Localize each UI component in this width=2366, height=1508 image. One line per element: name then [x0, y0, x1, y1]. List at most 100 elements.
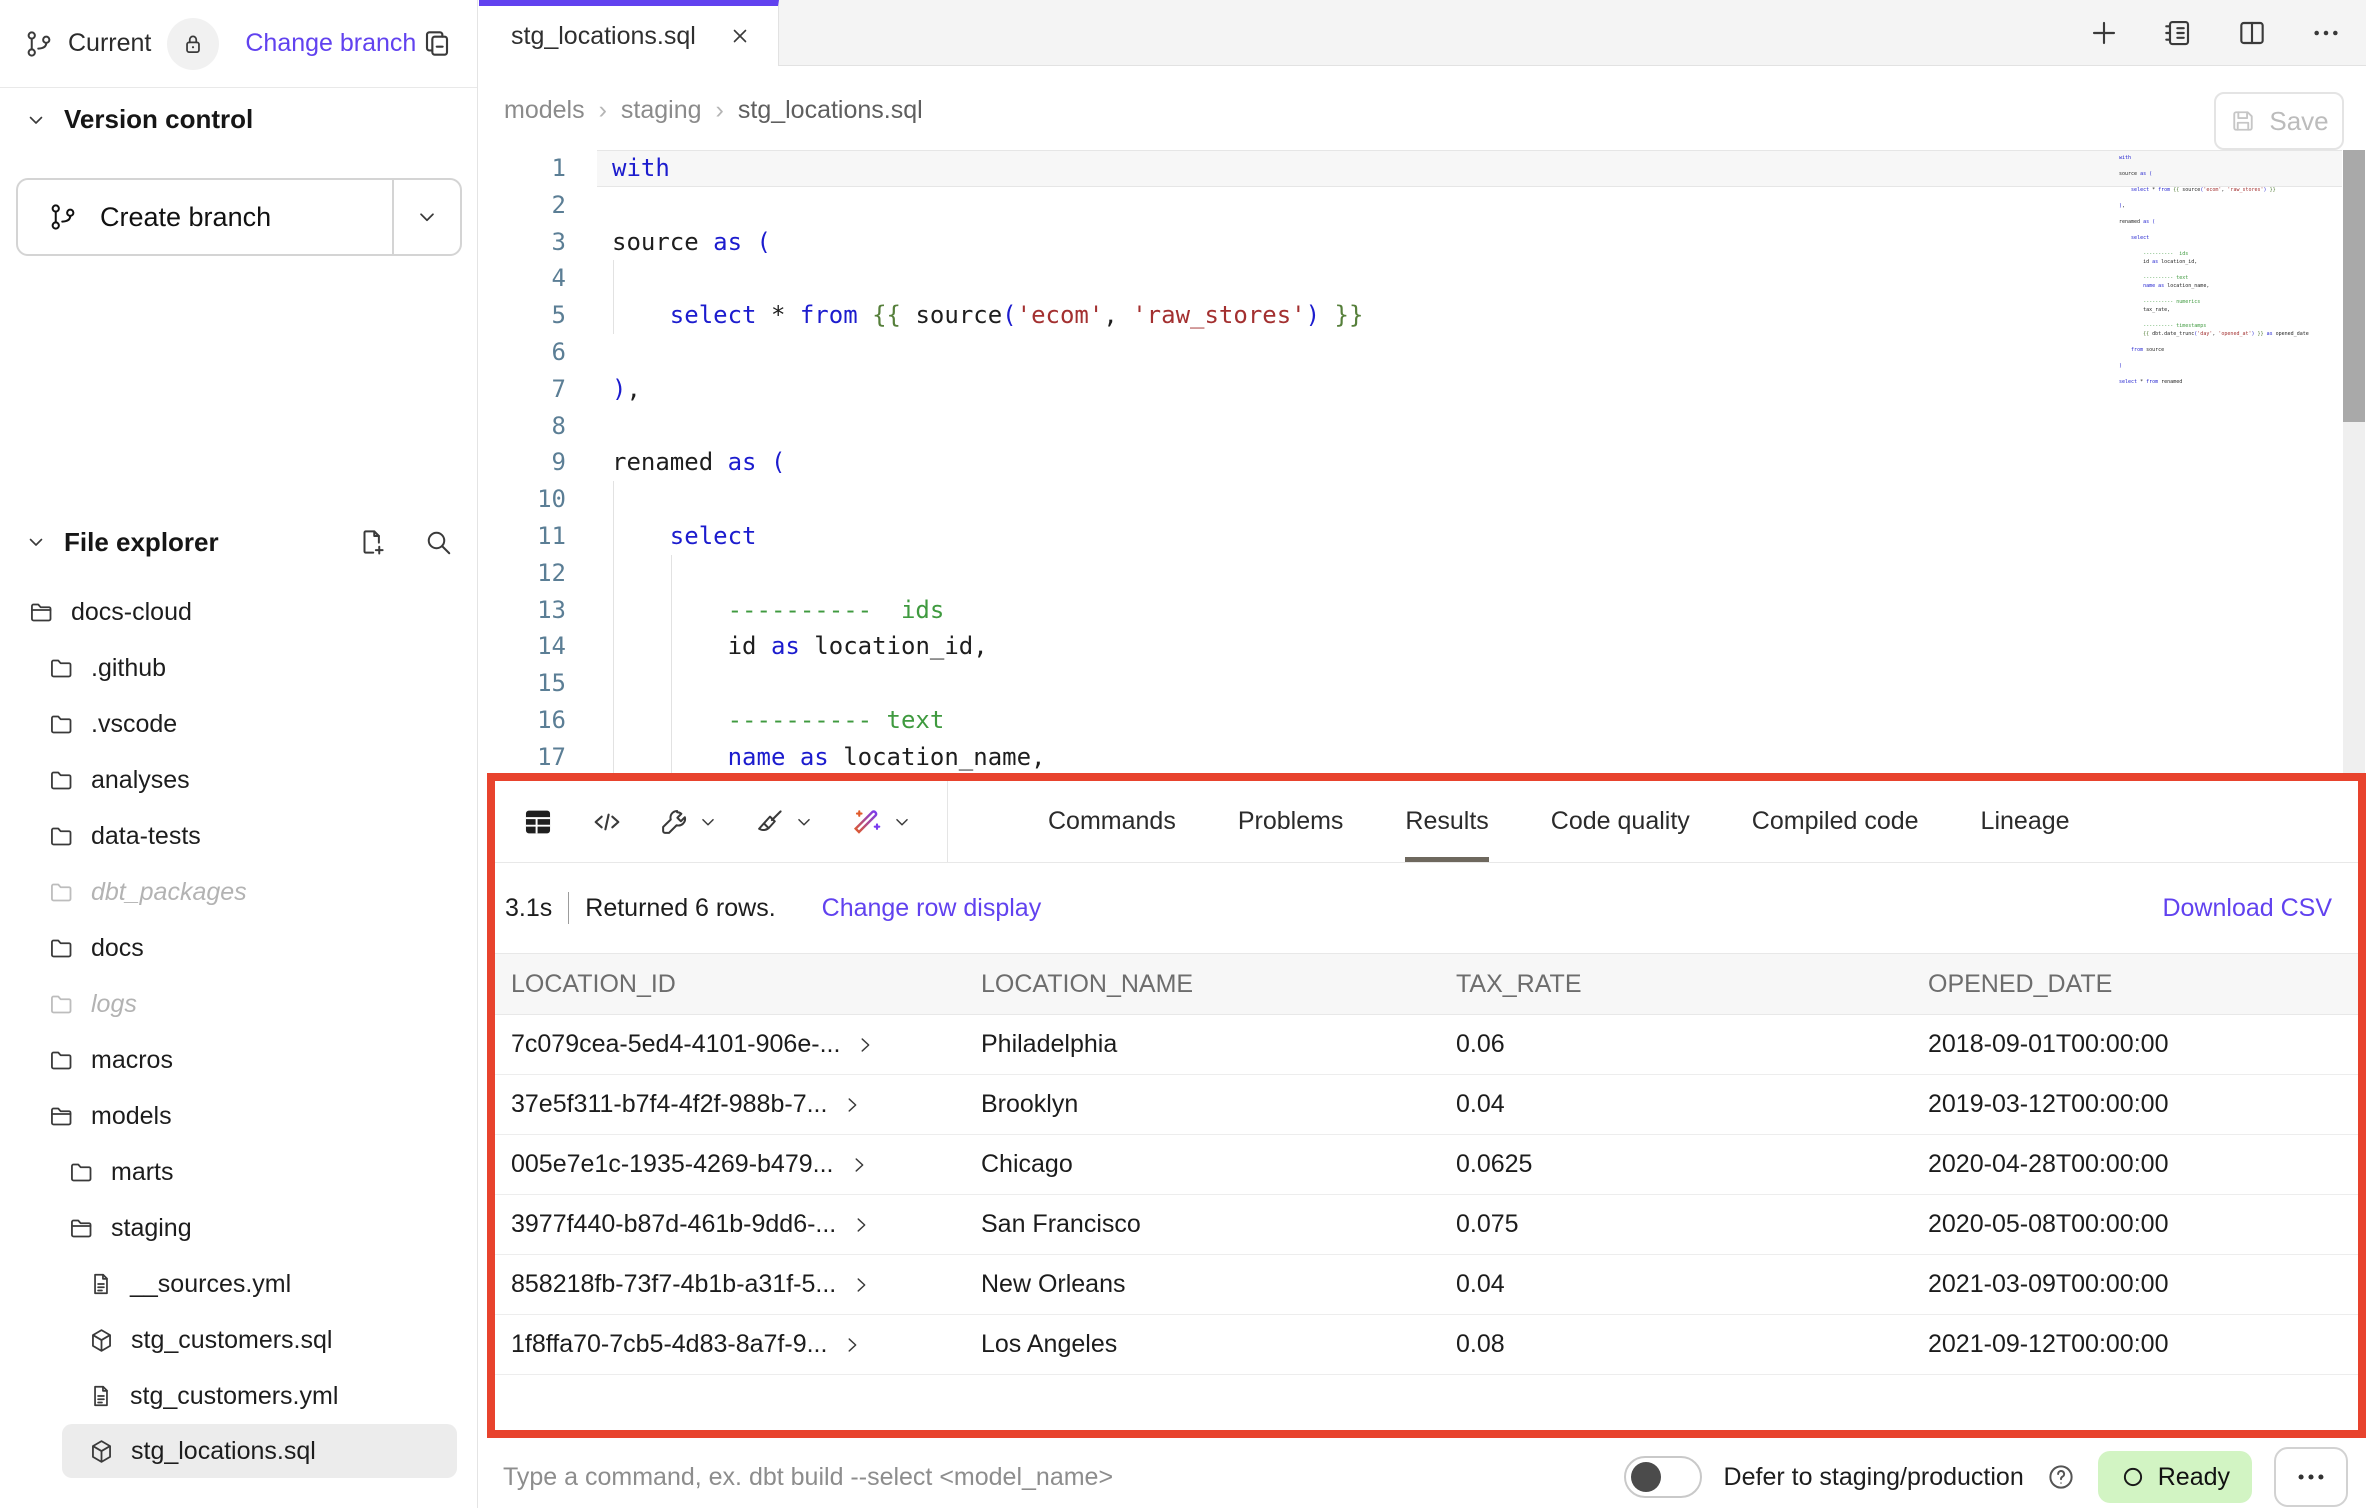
code-line: 11 select	[479, 518, 2366, 555]
expand-row-icon[interactable]	[841, 1094, 863, 1116]
tree-item-stg-customers-sql[interactable]: stg_customers.sql	[0, 1312, 477, 1368]
tree-item-logs[interactable]: logs	[0, 976, 477, 1032]
defer-label: Defer to staging/production	[1724, 1463, 2024, 1492]
table-cell: 0.06	[1440, 1030, 1912, 1059]
create-branch-main[interactable]: Create branch	[18, 180, 394, 254]
model-icon	[88, 1438, 115, 1465]
breadcrumb-models[interactable]: models	[504, 96, 585, 125]
preview-table-icon[interactable]	[521, 805, 555, 839]
code-line: 9renamed as (	[479, 444, 2366, 481]
file-explorer-header[interactable]: File explorer	[0, 516, 477, 568]
tree-item-docs-cloud[interactable]: docs-cloud	[0, 584, 477, 640]
expand-row-icon[interactable]	[854, 1034, 876, 1056]
save-button[interactable]: Save	[2214, 92, 2344, 150]
panel-tab-problems[interactable]: Problems	[1238, 781, 1344, 862]
panel-tab-lineage[interactable]: Lineage	[1981, 781, 2070, 862]
tree-item-dbt-packages[interactable]: dbt_packages	[0, 864, 477, 920]
chevron-down-icon[interactable]	[697, 811, 719, 833]
branch-lock-badge	[167, 18, 219, 70]
create-branch-label: Create branch	[100, 202, 271, 233]
ellipsis-icon[interactable]	[2310, 17, 2342, 49]
build-button[interactable]	[659, 807, 719, 837]
folder-icon	[48, 991, 75, 1018]
tree-item-staging[interactable]: staging	[0, 1200, 477, 1256]
copy-icon[interactable]	[421, 28, 453, 60]
tab-stg-locations[interactable]: stg_locations.sql	[479, 0, 779, 66]
code-icon[interactable]	[591, 806, 623, 838]
magic-wand-icon	[851, 806, 883, 838]
file-icon	[88, 1271, 114, 1297]
panel-tab-results[interactable]: Results	[1405, 781, 1488, 862]
format-button[interactable]	[755, 807, 815, 837]
tree-item-stg-customers-yml[interactable]: stg_customers.yml	[0, 1368, 477, 1424]
minimap[interactable]: with source as ( select * from {{ source…	[2119, 154, 2344, 386]
command-input[interactable]	[503, 1463, 1363, 1492]
code-line: 6	[479, 334, 2366, 371]
folder-open-icon	[68, 1215, 95, 1242]
tree-item-data-tests[interactable]: data-tests	[0, 808, 477, 864]
more-options-button[interactable]	[2274, 1447, 2348, 1507]
split-editor-icon[interactable]	[2236, 17, 2268, 49]
expand-row-icon[interactable]	[850, 1274, 872, 1296]
expand-row-icon[interactable]	[841, 1334, 863, 1356]
table-cell: 0.08	[1440, 1330, 1912, 1359]
tree-item-models[interactable]: models	[0, 1088, 477, 1144]
table-cell: 0.0625	[1440, 1150, 1912, 1179]
chevron-down-icon	[414, 204, 440, 230]
notebook-icon[interactable]	[2162, 17, 2194, 49]
tree-item--github[interactable]: .github	[0, 640, 477, 696]
panel-tab-compiled-code[interactable]: Compiled code	[1752, 781, 1919, 862]
indent-guide	[671, 555, 672, 775]
code-editor[interactable]: 1with23source as (45 select * from {{ so…	[479, 150, 2366, 775]
location-id-cell: 1f8ffa70-7cb5-4d83-8a7f-9...	[495, 1330, 965, 1359]
editor-scrollbar[interactable]	[2343, 150, 2365, 775]
tree-item-analyses[interactable]: analyses	[0, 752, 477, 808]
help-icon[interactable]	[2046, 1462, 2076, 1492]
ai-fix-button[interactable]	[851, 806, 913, 838]
defer-toggle[interactable]	[1624, 1456, 1702, 1498]
code-line: 1with	[479, 150, 2366, 187]
tree-item--vscode[interactable]: .vscode	[0, 696, 477, 752]
table-cell: Chicago	[965, 1150, 1440, 1179]
tree-item-macros[interactable]: macros	[0, 1032, 477, 1088]
table-row: 3977f440-b87d-461b-9dd6-...San Francisco…	[495, 1195, 2358, 1255]
save-icon	[2229, 107, 2257, 135]
expand-row-icon[interactable]	[848, 1154, 870, 1176]
breadcrumb: models › staging › stg_locations.sql	[504, 96, 923, 125]
create-branch-button[interactable]: Create branch	[16, 178, 462, 256]
git-branch-icon	[48, 202, 78, 232]
new-tab-plus-icon[interactable]	[2088, 17, 2120, 49]
chevron-down-icon[interactable]	[793, 811, 815, 833]
breadcrumb-staging[interactable]: staging	[621, 96, 702, 125]
code-line: 13 ---------- ids	[479, 592, 2366, 629]
tree-item-marts[interactable]: marts	[0, 1144, 477, 1200]
create-branch-options[interactable]	[394, 180, 460, 254]
lock-icon	[180, 31, 206, 57]
code-line: 2	[479, 187, 2366, 224]
results-meta-row: 3.1s Returned 6 rows. Change row display…	[495, 863, 2358, 953]
tree-item-stg-locations-sql[interactable]: stg_locations.sql	[62, 1424, 457, 1478]
code-line: 12	[479, 555, 2366, 592]
table-cell: 2021-09-12T00:00:00	[1912, 1330, 2358, 1359]
scrollbar-thumb[interactable]	[2343, 150, 2365, 422]
change-row-display-link[interactable]: Change row display	[822, 894, 1042, 923]
expand-row-icon[interactable]	[850, 1214, 872, 1236]
version-control-header[interactable]: Version control	[0, 104, 277, 135]
git-branch-icon	[24, 29, 54, 59]
table-cell: 2021-03-09T00:00:00	[1912, 1270, 2358, 1299]
panel-tab-commands[interactable]: Commands	[1048, 781, 1176, 862]
tree-item-label: .github	[91, 654, 166, 683]
new-file-icon[interactable]	[357, 527, 387, 557]
tree-item-docs[interactable]: docs	[0, 920, 477, 976]
code-line: 10	[479, 481, 2366, 518]
panel-tab-code-quality[interactable]: Code quality	[1551, 781, 1690, 862]
table-row: 1f8ffa70-7cb5-4d83-8a7f-9...Los Angeles0…	[495, 1315, 2358, 1375]
close-icon[interactable]	[728, 24, 752, 48]
code-line: 5 select * from {{ source('ecom', 'raw_s…	[479, 297, 2366, 334]
search-icon[interactable]	[423, 527, 453, 557]
chevron-down-icon[interactable]	[891, 811, 913, 833]
change-branch-link[interactable]: Change branch	[245, 29, 416, 58]
tree-item--sources-yml[interactable]: __sources.yml	[0, 1256, 477, 1312]
table-row: 7c079cea-5ed4-4101-906e-...Philadelphia0…	[495, 1015, 2358, 1075]
download-csv-link[interactable]: Download CSV	[2162, 894, 2332, 923]
